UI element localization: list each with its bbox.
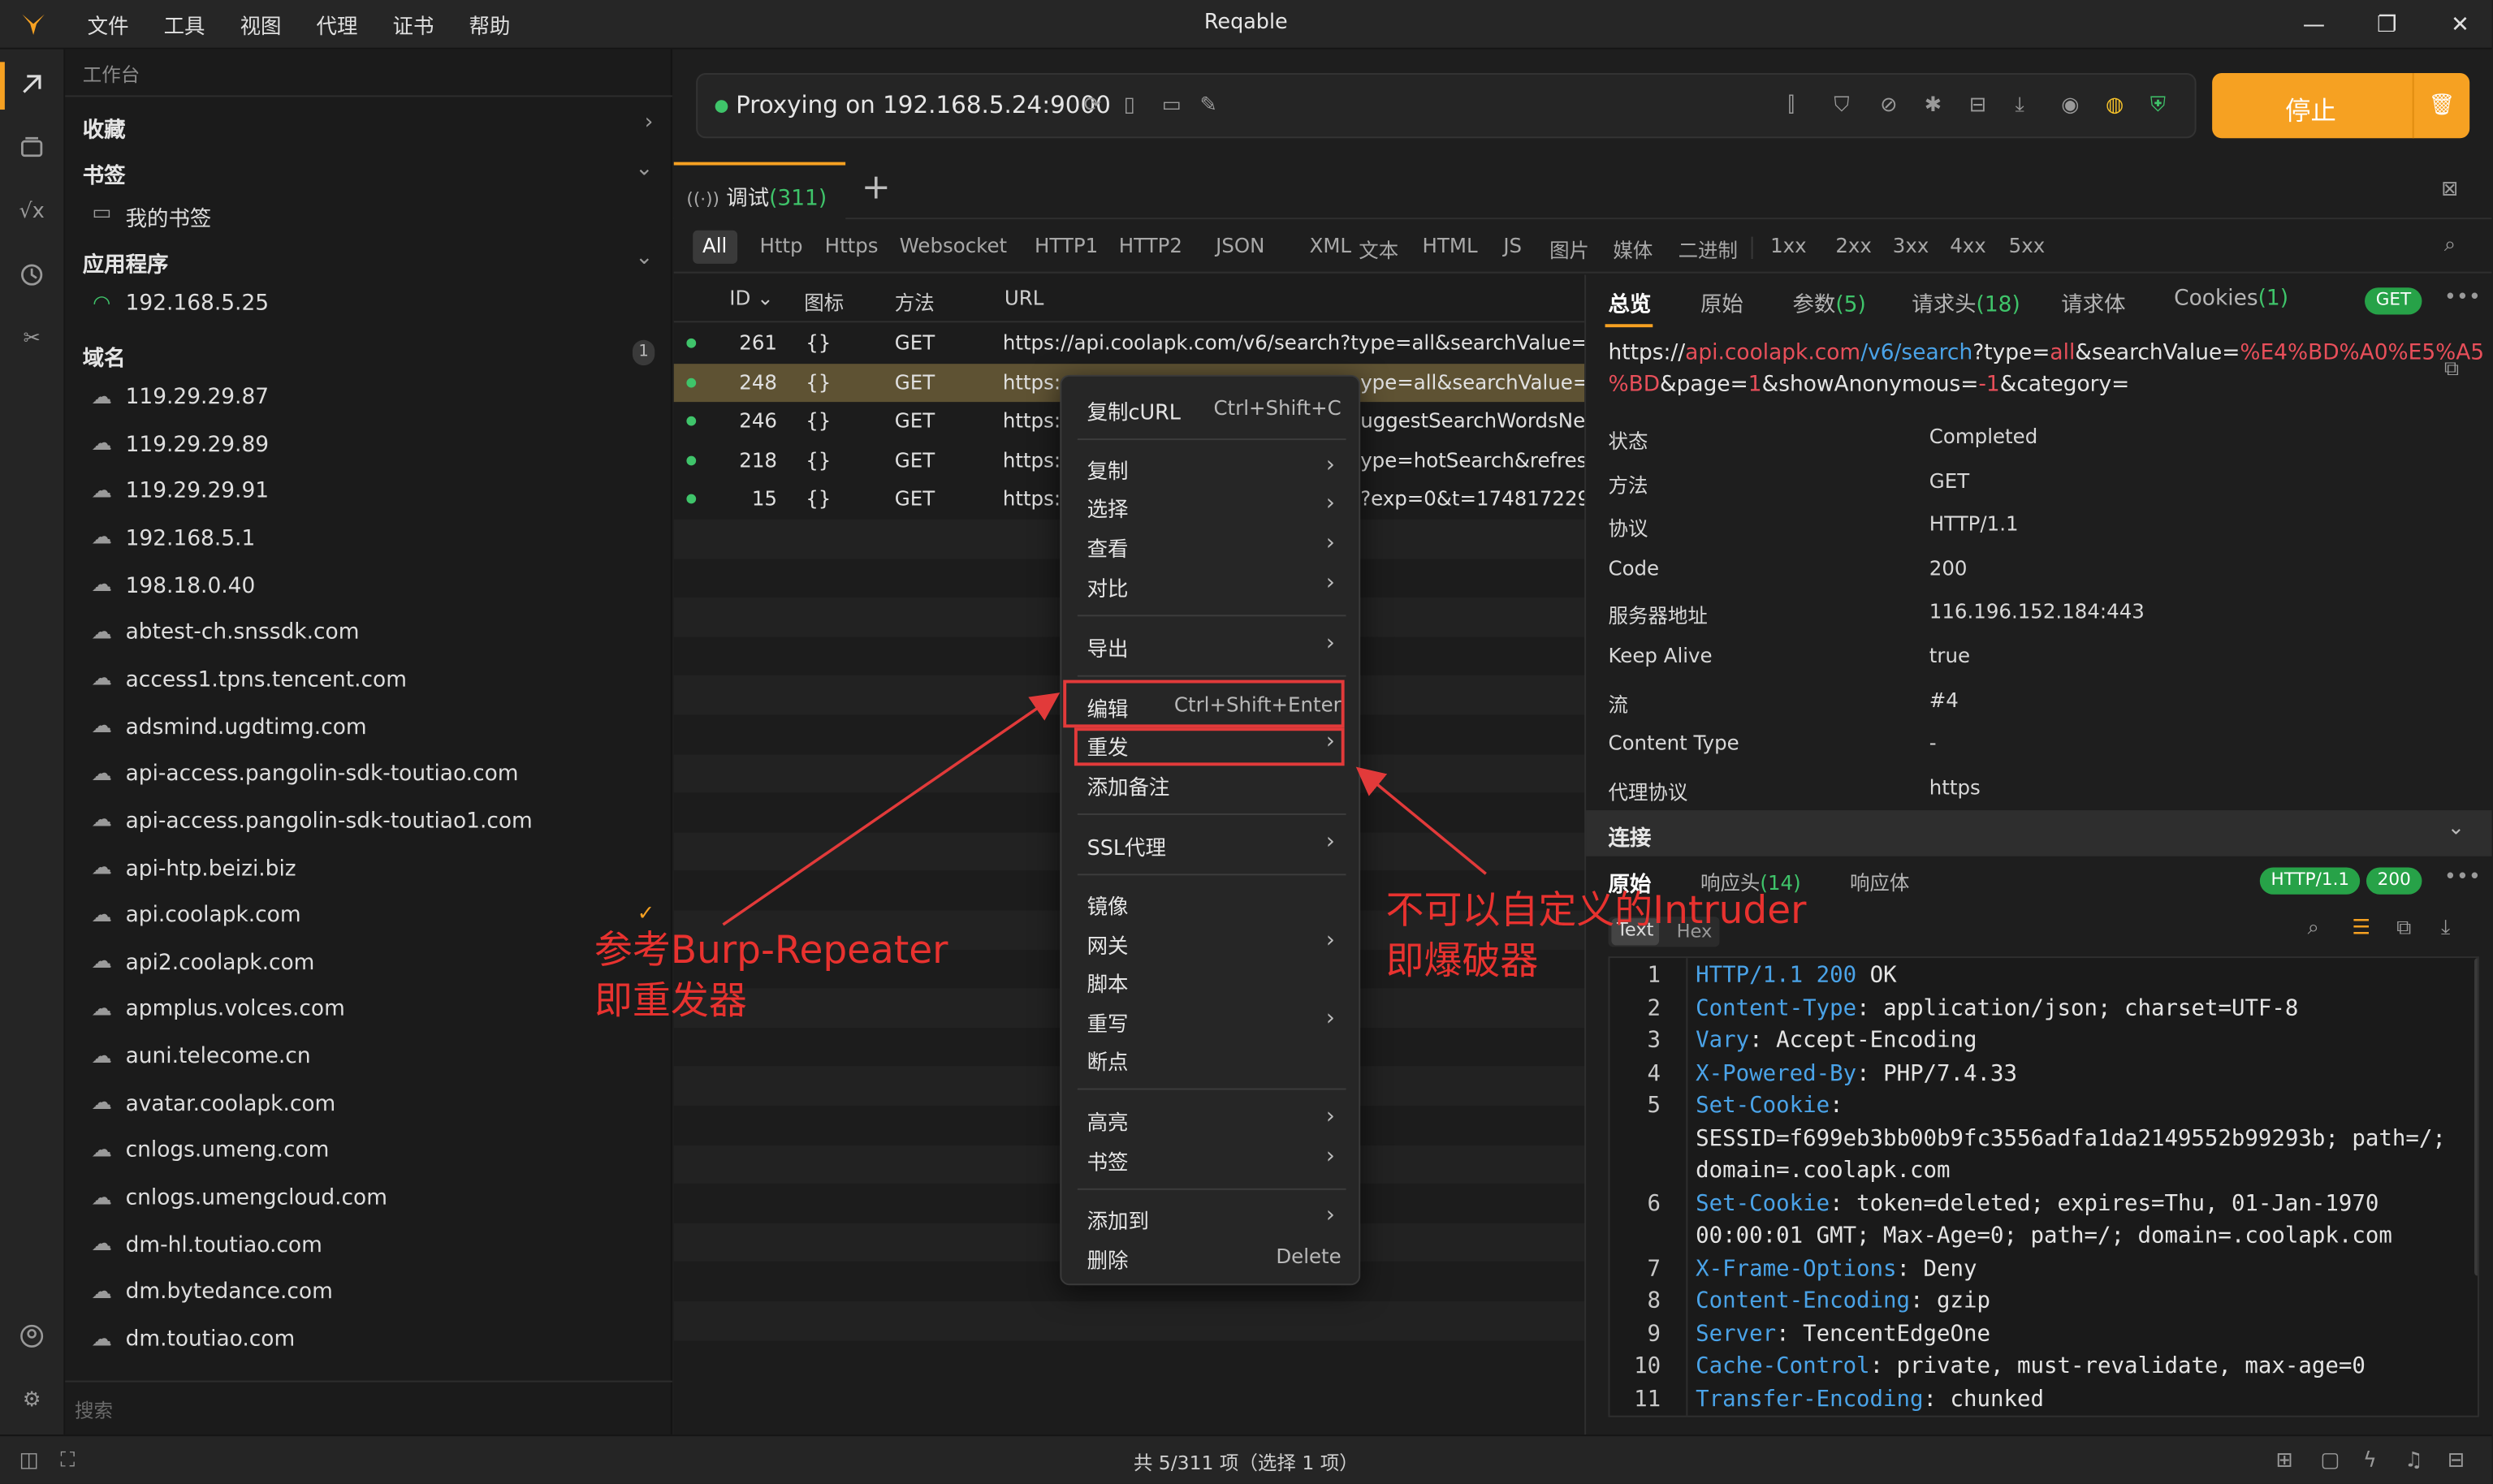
annotation-line: 不可以自定义的Intruder [1385,887,1807,933]
status-bar: ◫ ⛶ 共 5/311 项（选择 1 项） ⊞ ▢ ϟ ♫ ⊟ [0,1434,2492,1484]
annotation-arrows [722,692,1487,926]
flash-icon[interactable]: ϟ [2363,1449,2377,1473]
annotation-repeater: 参考Burp-Repeater 即重发器 [594,925,948,1026]
annotation-line: 即重发器 [594,978,747,1024]
message-icon[interactable]: ▢ [2320,1449,2340,1473]
annotation-intruder: 不可以自定义的Intruder 即爆破器 [1386,885,1807,986]
app-window: 文件 工具 视图 代理 证书 帮助 Reqable — ❐ ✕ √x ✂ ⚙ 工… [0,0,2492,1484]
annotation-line: 即爆破器 [1385,938,1539,984]
annotation-line: 参考Burp-Repeater [594,927,948,973]
bell-icon[interactable]: ♫ [2404,1449,2423,1473]
layout-icon[interactable]: ⊟ [2448,1449,2465,1473]
selection-count: 共 5/311 项（选择 1 项） [1133,1452,1359,1475]
import-icon[interactable]: ⊞ [2275,1449,2292,1473]
